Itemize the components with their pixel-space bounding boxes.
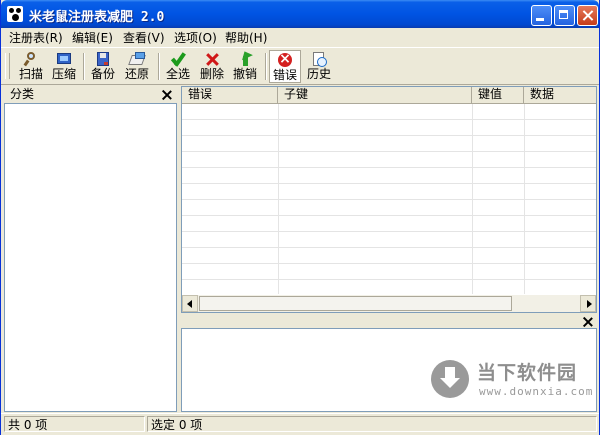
app-window: 米老鼠注册表减肥 2.0 注册表(R) 编辑(E) 查看(V) 选项(O) 帮助… bbox=[0, 0, 600, 435]
errors-button[interactable]: 错误 bbox=[269, 50, 301, 83]
results-list[interactable]: 错误 子键 键值 数据 bbox=[181, 86, 597, 313]
red-x-icon bbox=[204, 51, 220, 67]
status-total: 共 0 项 bbox=[4, 416, 145, 432]
delete-button[interactable]: 删除 bbox=[197, 50, 227, 83]
title-bar[interactable]: 米老鼠注册表减肥 2.0 bbox=[1, 0, 599, 28]
column-divider bbox=[472, 104, 473, 294]
toolbar-grip[interactable] bbox=[5, 53, 10, 79]
floppy-icon bbox=[95, 51, 111, 67]
watermark-url: www.downxia.com bbox=[479, 385, 594, 398]
menu-help[interactable]: 帮助(H) bbox=[225, 30, 267, 46]
menu-bar: 注册表(R) 编辑(E) 查看(V) 选项(O) 帮助(H) bbox=[1, 28, 599, 47]
window-title: 米老鼠注册表减肥 2.0 bbox=[29, 10, 165, 25]
download-arrowhead-icon bbox=[440, 378, 460, 388]
restore-button[interactable]: 还原 bbox=[122, 50, 152, 83]
scan-label: 扫描 bbox=[18, 67, 43, 81]
menu-options[interactable]: 选项(O) bbox=[174, 30, 217, 46]
watermark: 当下软件园 www.downxia.com bbox=[431, 358, 594, 408]
backup-button[interactable]: 备份 bbox=[88, 50, 118, 83]
undo-button[interactable]: 撤销 bbox=[230, 50, 260, 83]
backup-label: 备份 bbox=[90, 67, 115, 81]
close-button[interactable] bbox=[577, 5, 598, 26]
compress-button[interactable]: 压缩 bbox=[49, 50, 79, 83]
toolbar-separator bbox=[158, 53, 160, 80]
minimize-button[interactable] bbox=[531, 5, 552, 26]
category-pane: 分类 bbox=[4, 86, 177, 412]
select-all-label: 全选 bbox=[165, 67, 190, 81]
status-selected: 选定 0 项 bbox=[147, 416, 597, 432]
watermark-text: 当下软件园 bbox=[477, 362, 578, 384]
column-divider bbox=[278, 104, 279, 294]
checkmark-icon bbox=[170, 51, 186, 67]
magnifier-icon bbox=[23, 51, 39, 67]
list-grid bbox=[182, 104, 596, 294]
history-button[interactable]: 历史 bbox=[304, 50, 334, 83]
restore-label: 还原 bbox=[124, 67, 149, 81]
error-circle-icon bbox=[277, 51, 293, 68]
delete-label: 删除 bbox=[199, 67, 224, 81]
menu-registry[interactable]: 注册表(R) bbox=[9, 30, 63, 46]
scroll-left-icon[interactable] bbox=[182, 295, 198, 312]
maximize-button[interactable] bbox=[554, 5, 575, 26]
history-label: 历史 bbox=[306, 67, 331, 81]
toolbar: 扫描 压缩 备份 还原 全选 删除 撤销 错误 bbox=[1, 47, 599, 85]
restore-icon bbox=[129, 51, 145, 67]
column-header-error[interactable]: 错误 bbox=[182, 87, 278, 103]
history-icon bbox=[311, 51, 327, 67]
toolbar-separator bbox=[83, 53, 85, 80]
compress-icon bbox=[56, 51, 72, 67]
compress-label: 压缩 bbox=[51, 67, 76, 81]
horizontal-scrollbar[interactable] bbox=[182, 295, 596, 312]
list-header: 错误 子键 键值 数据 bbox=[182, 87, 596, 104]
column-header-subkey[interactable]: 子键 bbox=[278, 87, 472, 103]
errors-label: 错误 bbox=[272, 68, 297, 82]
category-pane-header: 分类 bbox=[4, 86, 177, 103]
mouse-app-icon bbox=[7, 6, 23, 22]
status-bar: 共 0 项 选定 0 项 bbox=[1, 413, 599, 435]
undo-arrow-icon bbox=[237, 51, 253, 67]
select-all-button[interactable]: 全选 bbox=[163, 50, 193, 83]
toolbar-separator bbox=[265, 53, 267, 80]
category-tree[interactable] bbox=[4, 103, 177, 412]
close-pane-icon[interactable] bbox=[161, 89, 173, 101]
menu-view[interactable]: 查看(V) bbox=[123, 30, 165, 46]
close-detail-icon[interactable] bbox=[582, 316, 594, 328]
category-pane-title: 分类 bbox=[10, 87, 35, 101]
detail-pane-header bbox=[181, 315, 597, 328]
undo-label: 撤销 bbox=[232, 67, 257, 81]
menu-edit[interactable]: 编辑(E) bbox=[72, 30, 113, 46]
scroll-right-icon[interactable] bbox=[580, 295, 596, 312]
column-header-data[interactable]: 数据 bbox=[524, 87, 596, 103]
column-divider bbox=[524, 104, 525, 294]
column-header-value[interactable]: 键值 bbox=[472, 87, 524, 103]
scrollbar-thumb[interactable] bbox=[199, 296, 512, 311]
scan-button[interactable]: 扫描 bbox=[16, 50, 46, 83]
